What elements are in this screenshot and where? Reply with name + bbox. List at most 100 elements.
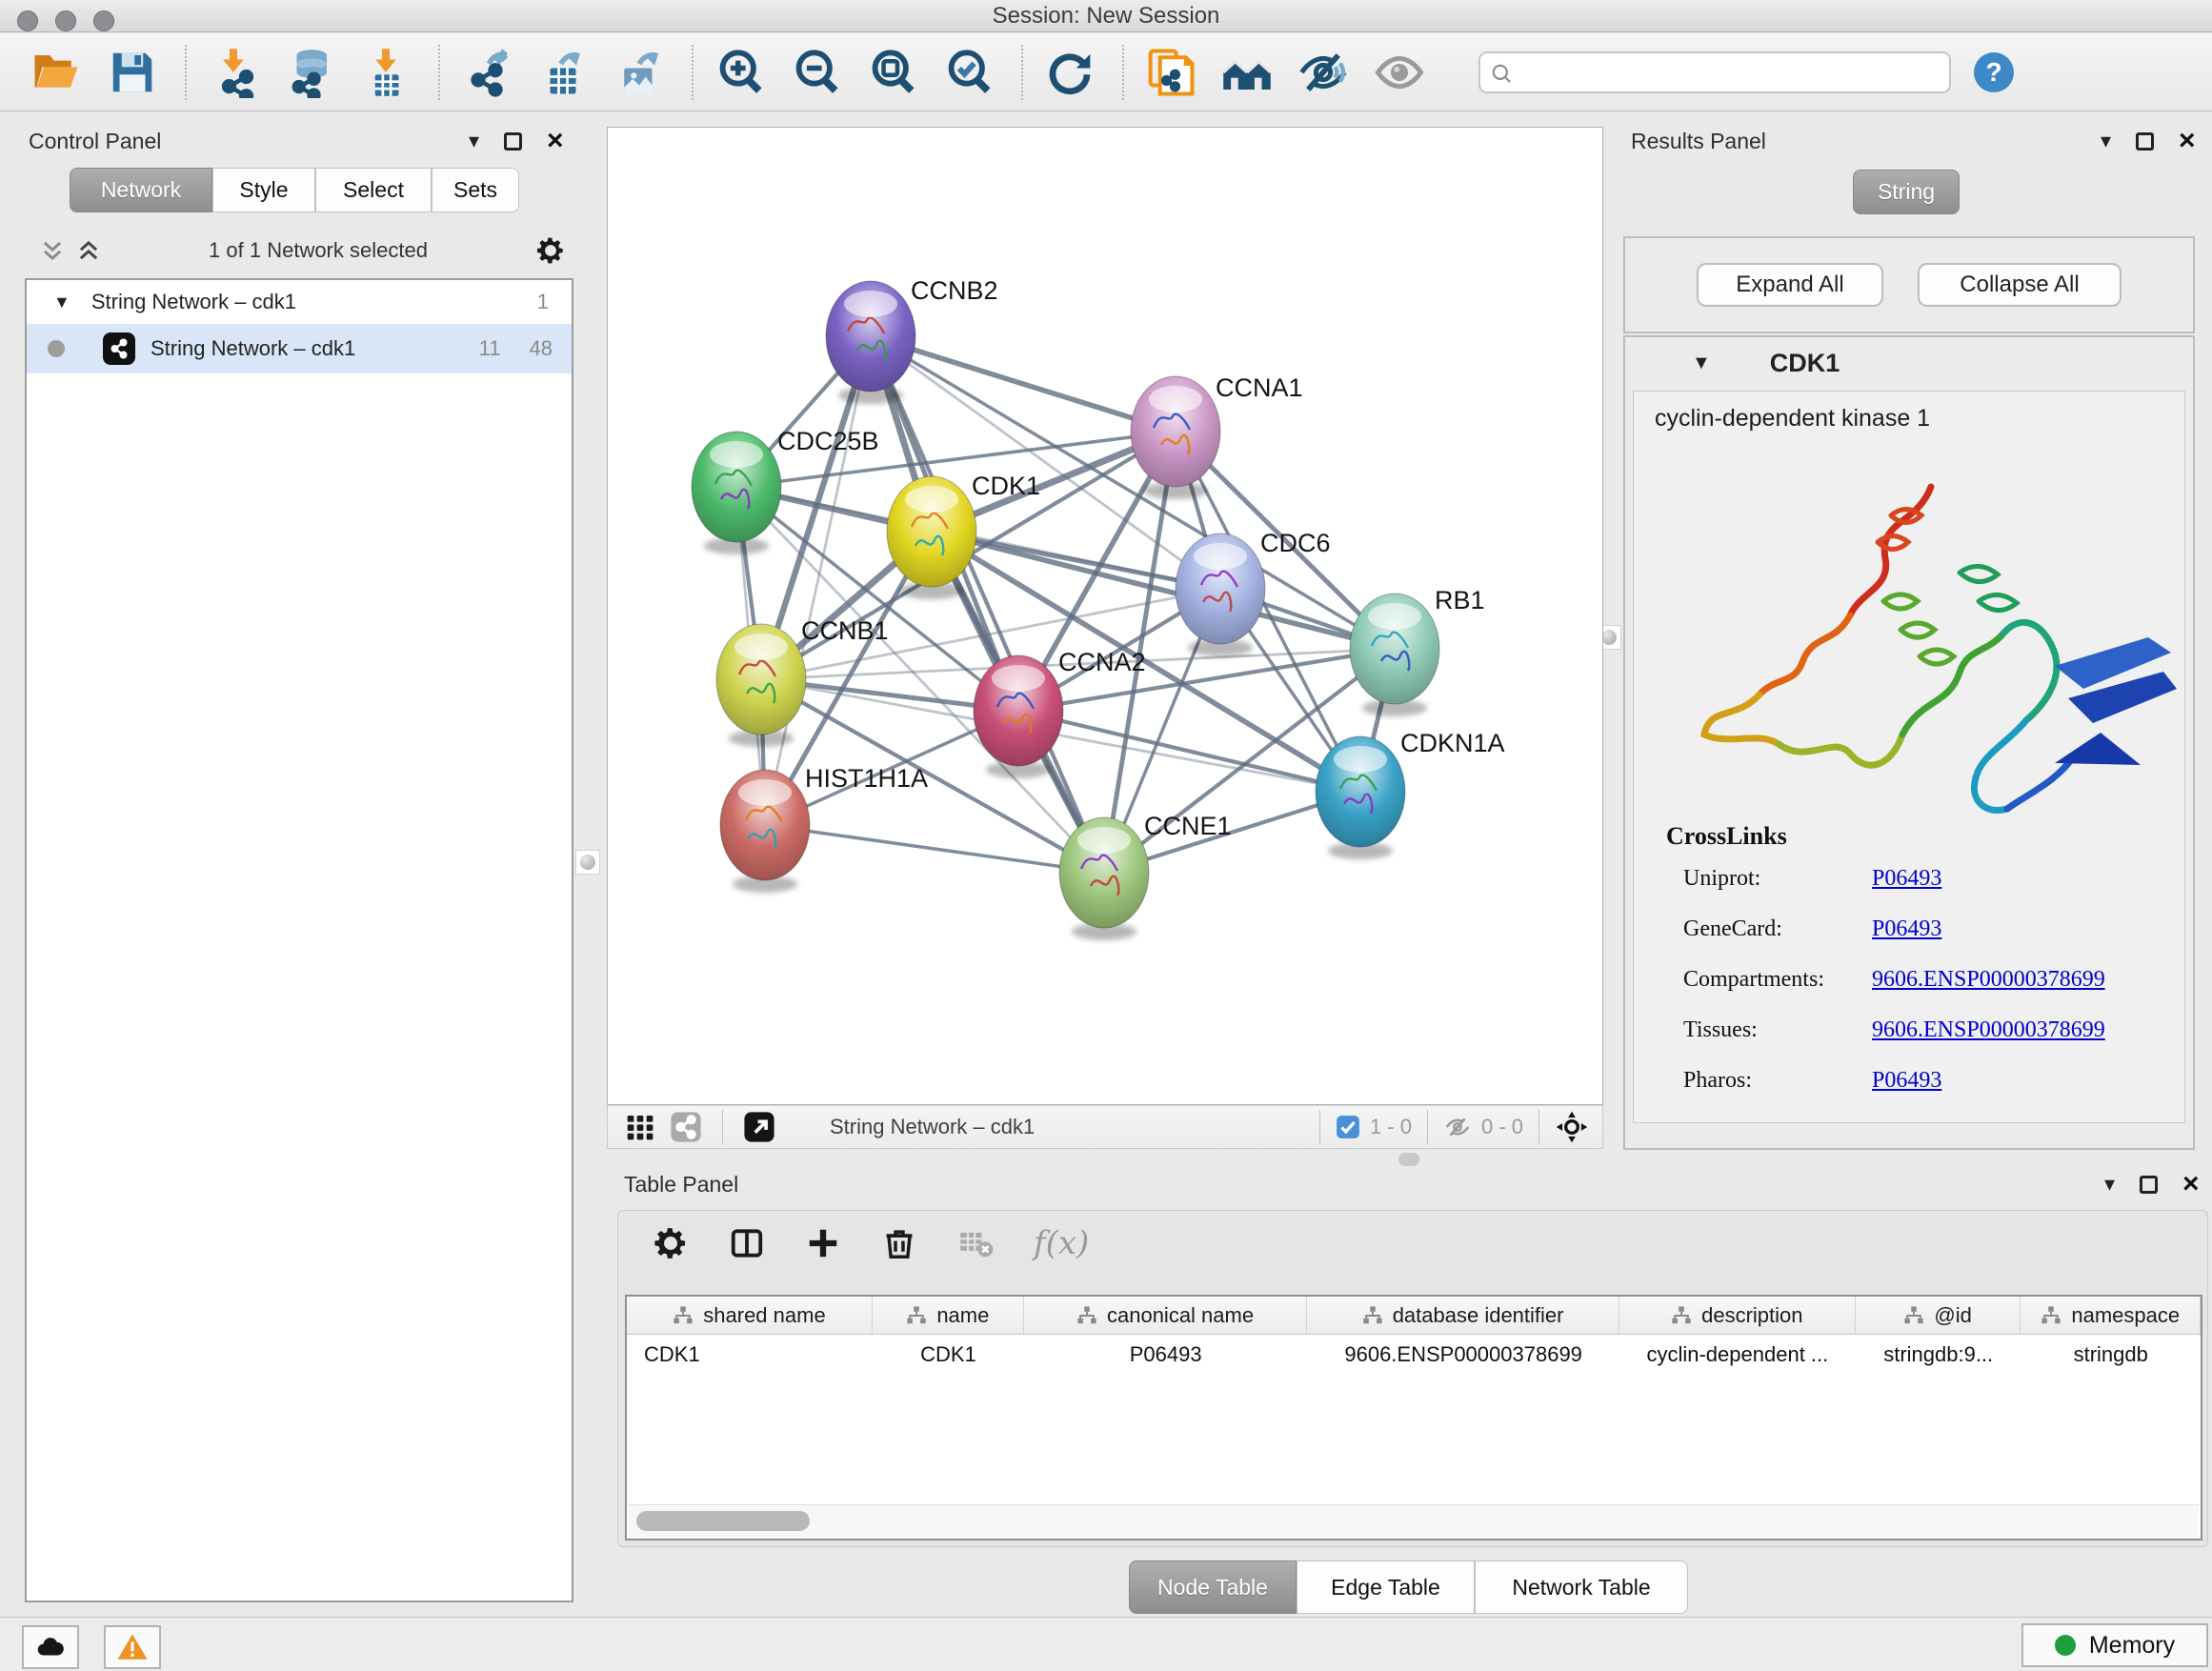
show-glass-button[interactable] (1370, 43, 1429, 102)
tab-string[interactable]: String (1853, 170, 1960, 214)
zoom-out-button[interactable] (787, 43, 846, 102)
minimize-window-icon[interactable] (55, 10, 76, 31)
crosslink-link[interactable]: P06493 (1872, 1068, 1941, 1094)
float-panel-icon[interactable] (504, 132, 522, 151)
table-cell[interactable]: 9606.ENSP00000378699 (1307, 1342, 1619, 1367)
column-header-name[interactable]: name (873, 1297, 1024, 1334)
import-table-from-file-button[interactable] (356, 43, 415, 102)
network-node-RB1[interactable]: RB1 (1350, 586, 1485, 716)
expand-all-icon[interactable] (40, 238, 65, 263)
apply-layout-button[interactable] (1040, 43, 1099, 102)
table-cell[interactable]: P06493 (1024, 1342, 1308, 1367)
column-header-database-identifier[interactable]: database identifier (1307, 1297, 1619, 1334)
table-settings-gear-icon[interactable] (653, 1225, 689, 1261)
string-home-button[interactable] (1217, 43, 1277, 102)
network-node-CDKN1A[interactable]: CDKN1A (1316, 729, 1505, 859)
cloud-status-button[interactable] (22, 1625, 79, 1669)
network-edge[interactable] (1018, 711, 1360, 792)
search-input[interactable] (1520, 60, 1930, 85)
column-header-shared-name[interactable]: shared name (627, 1297, 873, 1334)
network-edge[interactable] (765, 825, 1104, 873)
export-image-button[interactable] (610, 43, 669, 102)
delete-table-icon[interactable] (957, 1225, 994, 1261)
zoom-fit-button[interactable] (863, 43, 922, 102)
tab-style[interactable]: Style (212, 168, 315, 212)
network-overview-button[interactable] (665, 1108, 707, 1146)
table-cell[interactable]: stringdb:9... (1856, 1342, 2021, 1367)
warning-status-button[interactable] (104, 1625, 161, 1669)
collapse-all-icon[interactable] (76, 238, 101, 263)
zoom-selected-button[interactable] (939, 43, 998, 102)
network-row-selected[interactable]: String Network – cdk1 11 48 (27, 324, 572, 373)
crosshair-icon[interactable] (1555, 1110, 1589, 1144)
open-session-button[interactable] (27, 43, 86, 102)
close-window-icon[interactable] (17, 10, 38, 31)
tab-sets[interactable]: Sets (432, 168, 519, 212)
export-table-button[interactable] (533, 43, 593, 102)
scrollbar-thumb[interactable] (636, 1511, 810, 1531)
show-columns-icon[interactable] (729, 1225, 765, 1261)
network-node-CCNA1[interactable]: CCNA1 (1131, 373, 1303, 499)
memory-status-button[interactable]: Memory (2021, 1623, 2208, 1667)
save-session-button[interactable] (103, 43, 162, 102)
function-builder-button[interactable]: f(x) (1034, 1224, 1089, 1262)
network-node-CCNA2[interactable]: CCNA2 (974, 648, 1146, 778)
panel-menu-icon[interactable]: ▾ (469, 131, 479, 151)
tab-network-table[interactable]: Network Table (1475, 1560, 1688, 1614)
network-node-CDC25B[interactable]: CDC25B (692, 427, 879, 554)
collapse-triangle-icon[interactable]: ▼ (53, 292, 70, 312)
crosslink-link[interactable]: P06493 (1872, 866, 1941, 892)
table-cell[interactable]: stringdb (2021, 1342, 2202, 1367)
import-network-from-file-button[interactable] (204, 43, 263, 102)
crosslink-link[interactable]: P06493 (1872, 916, 1941, 942)
crosslink-link[interactable]: 9606.ENSP00000378699 (1872, 1017, 2105, 1043)
table-cell[interactable]: CDK1 (873, 1342, 1024, 1367)
network-node-CDK1[interactable]: CDK1 (887, 472, 1040, 599)
network-node-HIST1H1A[interactable]: HIST1H1A (720, 764, 928, 893)
column-header-canonical-name[interactable]: canonical name (1024, 1297, 1308, 1334)
hide-glass-button[interactable] (1294, 43, 1353, 102)
column-header-description[interactable]: description (1619, 1297, 1856, 1334)
horizontal-scrollbar[interactable] (629, 1504, 2199, 1537)
selected-checkbox-icon[interactable] (1336, 1115, 1360, 1139)
float-panel-icon[interactable] (2140, 1176, 2158, 1194)
zoom-in-button[interactable] (711, 43, 770, 102)
network-graph[interactable]: CCNB2CCNA1CDC25BCDK1CDC6RB1CCNB1CCNA2CDK… (608, 128, 1602, 1104)
left-splitter-handle[interactable] (575, 850, 600, 875)
gear-icon[interactable] (535, 235, 566, 266)
float-panel-icon[interactable] (2136, 132, 2154, 151)
export-network-button[interactable] (457, 43, 516, 102)
network-edge[interactable] (871, 336, 1176, 432)
tab-edge-table[interactable]: Edge Table (1297, 1560, 1475, 1614)
network-node-CCNB2[interactable]: CCNB2 (826, 276, 998, 404)
close-panel-icon[interactable]: × (2182, 1173, 2200, 1196)
expand-all-button[interactable]: Expand All (1697, 263, 1883, 307)
string-import-button[interactable] (1141, 43, 1200, 102)
table-cell[interactable]: cyclin-dependent ... (1619, 1342, 1856, 1367)
network-canvas[interactable]: CCNB2CCNA1CDC25BCDK1CDC6RB1CCNB1CCNA2CDK… (607, 127, 1603, 1105)
close-panel-icon[interactable]: × (2179, 130, 2196, 152)
tab-select[interactable]: Select (315, 168, 432, 212)
panel-menu-icon[interactable]: ▾ (2104, 1174, 2115, 1195)
tab-network[interactable]: Network (70, 168, 212, 212)
tab-node-table[interactable]: Node Table (1129, 1560, 1297, 1614)
panel-menu-icon[interactable]: ▾ (2101, 131, 2111, 151)
entry-collapse-icon[interactable]: ▼ (1692, 352, 1711, 374)
hidden-eye-slash-icon[interactable] (1443, 1113, 1472, 1141)
delete-column-icon[interactable] (881, 1225, 917, 1261)
crosslink-link[interactable]: 9606.ENSP00000378699 (1872, 967, 2105, 993)
network-node-CCNB1[interactable]: CCNB1 (716, 616, 889, 747)
network-node-CCNE1[interactable]: CCNE1 (1059, 812, 1232, 940)
help-button[interactable]: ? (1974, 52, 2014, 92)
zoom-window-icon[interactable] (93, 10, 114, 31)
column-header--id[interactable]: @id (1856, 1297, 2021, 1334)
entry-header[interactable]: ▼ CDK1 (1625, 337, 2193, 389)
close-panel-icon[interactable]: × (547, 130, 564, 152)
column-header-namespace[interactable]: namespace (2021, 1297, 2201, 1334)
add-column-icon[interactable] (805, 1225, 841, 1261)
table-row[interactable]: CDK1CDK1P064939606.ENSP00000378699cyclin… (627, 1335, 2201, 1374)
import-network-from-database-button[interactable] (280, 43, 339, 102)
collapse-all-button[interactable]: Collapse All (1918, 263, 2122, 307)
table-cell[interactable]: CDK1 (627, 1342, 873, 1367)
network-collection-row[interactable]: ▼ String Network – cdk1 1 (27, 280, 572, 324)
